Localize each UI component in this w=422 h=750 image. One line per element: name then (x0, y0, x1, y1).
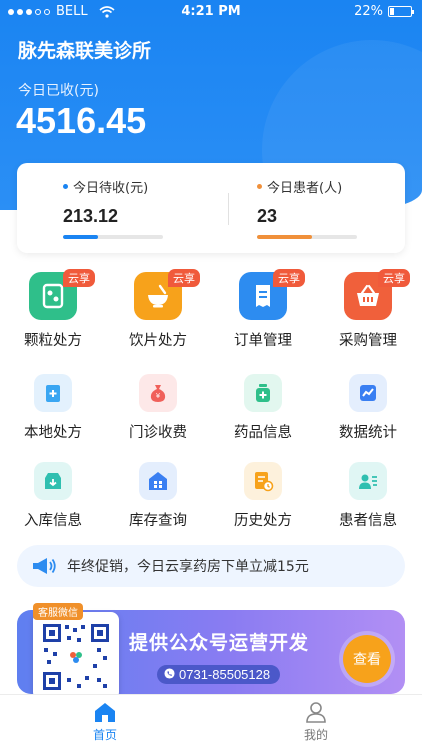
money-bag-icon: ¥ (139, 374, 177, 412)
warehouse-icon (139, 462, 177, 500)
status-bar: BELL 4:21 PM 22% (0, 0, 422, 24)
menu-item-label: 本地处方 (24, 425, 82, 441)
received-label: 今日已收(元) (18, 83, 99, 99)
menu-item-label: 患者信息 (339, 513, 397, 529)
menu-item-history-prescription[interactable]: 历史处方 (213, 456, 313, 542)
inbox-icon (34, 462, 72, 500)
tab-mine[interactable]: 我的 (266, 701, 366, 743)
patients-value: 23 (257, 206, 278, 226)
patients-progress-track (257, 235, 357, 239)
pending-label: 今日待收(元) (73, 181, 149, 196)
stats-card: 今日待收(元) 213.12 今日患者(人) 23 (17, 163, 405, 253)
history-document-icon (244, 462, 282, 500)
menu-item-label: 采购管理 (339, 333, 397, 349)
menu-item-label: 库存查询 (129, 513, 187, 529)
menu-item-label: 入库信息 (24, 513, 82, 529)
svg-text:¥: ¥ (156, 392, 161, 400)
menu-item-granule-prescription[interactable]: 云享 颗粒处方 (3, 269, 103, 358)
patient-card-icon (349, 462, 387, 500)
menu-item-purchase-management[interactable]: 云享 采购管理 (318, 269, 418, 358)
user-icon (306, 702, 326, 723)
banner-phone: 0731-85505128 (157, 665, 281, 684)
banner-phone-number: 0731-85505128 (179, 667, 271, 682)
qr-code-icon (41, 622, 111, 692)
bullet-icon (257, 184, 262, 189)
medicine-bottle-icon (244, 374, 282, 412)
menu-item-label: 饮片处方 (129, 333, 187, 349)
cloud-tag: 云享 (273, 269, 305, 287)
battery-status: 22% (354, 4, 414, 19)
cloud-tag: 云享 (168, 269, 200, 287)
herbal-bowl-icon: 云享 (134, 269, 200, 320)
menu-item-outpatient-billing[interactable]: ¥ 门诊收费 (108, 368, 208, 454)
qr-tag: 客服微信 (33, 603, 83, 620)
tab-home[interactable]: 首页 (55, 701, 155, 743)
menu-item-label: 历史处方 (234, 513, 292, 529)
receipt-icon: 云享 (239, 269, 305, 320)
menu-item-patient-info[interactable]: 患者信息 (318, 456, 418, 542)
patients-progress-bar (257, 235, 312, 239)
patients-label-row: 今日患者(人) (257, 177, 417, 196)
pending-value: 213.12 (63, 206, 119, 226)
phone-icon (164, 668, 175, 679)
divider (228, 193, 229, 225)
cloud-tag: 云享 (378, 269, 410, 287)
pending-progress-track (63, 235, 163, 239)
bullet-icon (63, 184, 68, 189)
menu-item-local-prescription[interactable]: 本地处方 (3, 368, 103, 454)
wechat-qr-card[interactable]: 客服微信 (33, 603, 119, 700)
basket-icon: 云享 (344, 269, 410, 320)
promo-announcement[interactable]: 年终促销，今日云享药房下单立减15元 (17, 545, 405, 587)
menu-item-data-statistics[interactable]: 数据统计 (318, 368, 418, 454)
view-button[interactable]: 查看 (343, 635, 391, 683)
menu-item-label: 药品信息 (234, 425, 292, 441)
patients-stat[interactable]: 今日患者(人) 23 (257, 177, 417, 239)
menu-item-order-management[interactable]: 云享 订单管理 (213, 269, 313, 358)
pending-stat[interactable]: 今日待收(元) 213.12 (63, 177, 223, 239)
banner-title: 提供公众号运营开发 (129, 632, 310, 654)
patients-label: 今日患者(人) (267, 181, 343, 196)
granule-prescription-icon: 云享 (29, 269, 95, 320)
menu-item-label: 颗粒处方 (24, 333, 82, 349)
menu-item-inventory-query[interactable]: 库存查询 (108, 456, 208, 542)
bottom-tab-bar: 首页 我的 (0, 694, 422, 750)
clinic-name[interactable]: 脉先森联美诊所 (18, 36, 151, 63)
menu-item-label: 门诊收费 (129, 425, 187, 441)
tab-mine-label: 我的 (303, 728, 328, 742)
menu-item-herbal-prescription[interactable]: 云享 饮片处方 (108, 269, 208, 358)
menu-item-label: 数据统计 (339, 425, 397, 441)
menu-item-inbound-info[interactable]: 入库信息 (3, 456, 103, 542)
megaphone-icon (33, 558, 56, 574)
received-value: 4516.45 (16, 100, 147, 141)
menu-item-medicine-info[interactable]: 药品信息 (213, 368, 313, 454)
chart-icon (349, 374, 387, 412)
pending-label-row: 今日待收(元) (63, 177, 223, 196)
home-icon (95, 703, 115, 722)
battery-icon (388, 6, 414, 17)
battery-percent: 22% (354, 4, 383, 19)
promo-text: 年终促销，今日云享药房下单立减15元 (67, 559, 309, 575)
clipboard-plus-icon (34, 374, 72, 412)
pending-progress-bar (63, 235, 98, 239)
cloud-tag: 云享 (63, 269, 95, 287)
menu-item-label: 订单管理 (234, 333, 292, 349)
tab-home-label: 首页 (92, 728, 117, 742)
